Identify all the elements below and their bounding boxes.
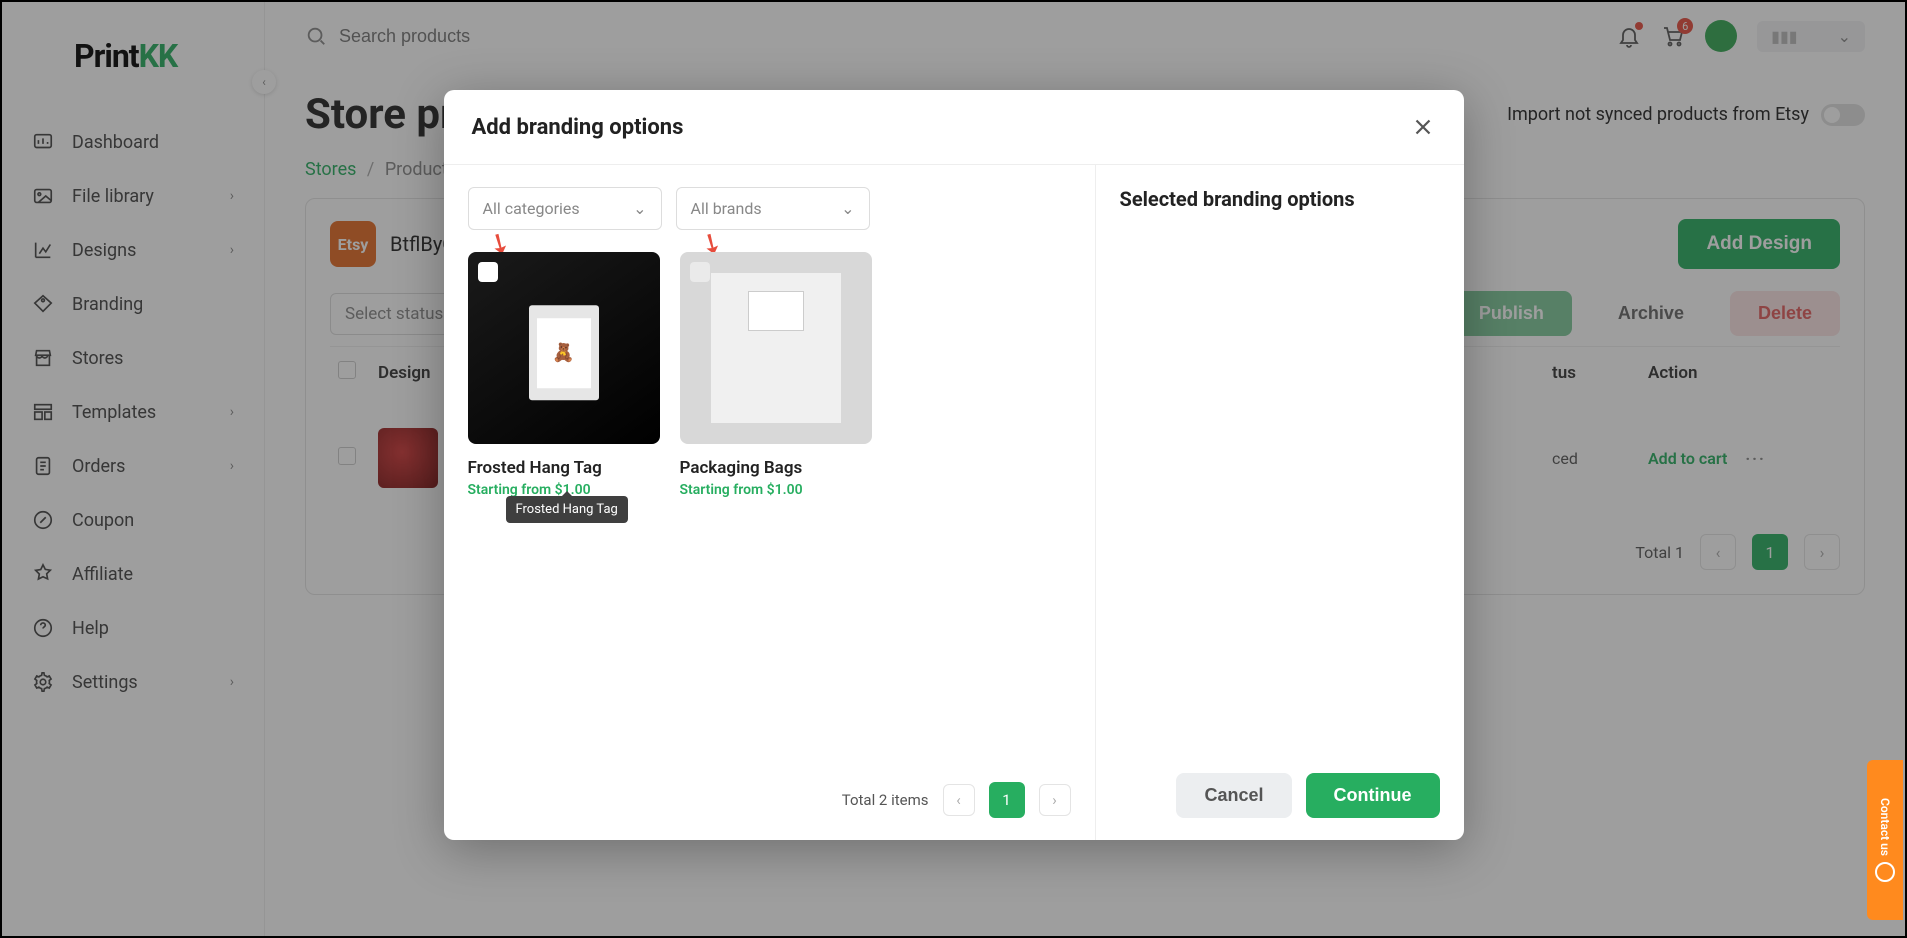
branding-modal: Add branding options All categories ⌄ Al… bbox=[444, 90, 1464, 840]
card-tooltip: Frosted Hang Tag bbox=[506, 496, 628, 523]
selected-options-title: Selected branding options bbox=[1120, 187, 1440, 211]
cancel-button[interactable]: Cancel bbox=[1176, 773, 1291, 818]
chevron-down-icon: ⌄ bbox=[841, 199, 854, 218]
continue-button[interactable]: Continue bbox=[1306, 773, 1440, 818]
close-icon[interactable] bbox=[1410, 114, 1436, 140]
contact-label: Contact us bbox=[1878, 798, 1892, 856]
modal-overlay[interactable]: Add branding options All categories ⌄ Al… bbox=[2, 2, 1905, 936]
selected-options-empty bbox=[1120, 229, 1440, 773]
branding-card-hang-tag[interactable]: ➘ 🧸 Frosted Hang Tag Starting from $1.00 bbox=[468, 252, 660, 498]
brand-select-label: All brands bbox=[691, 199, 762, 218]
category-select-label: All categories bbox=[483, 199, 580, 218]
chevron-down-icon: ⌄ bbox=[633, 199, 646, 218]
modal-total-items: Total 2 items bbox=[842, 791, 929, 809]
branding-card-packaging-bags[interactable]: ➘ Packaging Bags Starting from $1.00 bbox=[680, 252, 872, 498]
card-title: Packaging Bags bbox=[680, 458, 872, 478]
modal-title: Add branding options bbox=[472, 115, 684, 140]
card-checkbox[interactable] bbox=[690, 262, 710, 282]
modal-left-pager: Total 2 items ‹ 1 › bbox=[468, 782, 1071, 818]
modal-pager-next[interactable]: › bbox=[1039, 784, 1071, 816]
modal-left-pane: All categories ⌄ All brands ⌄ ➘ bbox=[444, 165, 1096, 840]
card-image bbox=[680, 252, 872, 444]
modal-right-pane: Selected branding options Cancel Continu… bbox=[1096, 165, 1464, 840]
contact-us-tab[interactable]: Contact us bbox=[1867, 760, 1903, 920]
chat-bubble-icon bbox=[1875, 862, 1895, 882]
card-price: Starting from $1.00 bbox=[680, 482, 872, 498]
bag-preview bbox=[711, 273, 841, 423]
hang-tag-preview: 🧸 bbox=[529, 305, 599, 400]
modal-pager-prev[interactable]: ‹ bbox=[943, 784, 975, 816]
modal-pager-page-1[interactable]: 1 bbox=[989, 782, 1025, 818]
card-title: Frosted Hang Tag bbox=[468, 458, 660, 478]
card-checkbox[interactable] bbox=[478, 262, 498, 282]
brand-select[interactable]: All brands ⌄ bbox=[676, 187, 870, 230]
card-image: 🧸 bbox=[468, 252, 660, 444]
